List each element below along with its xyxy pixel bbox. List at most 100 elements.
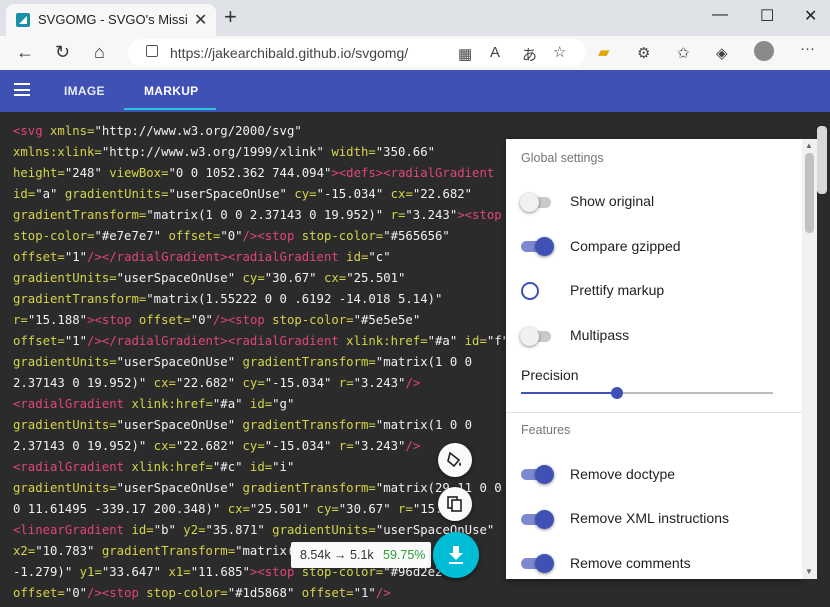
- collections-folder-icon[interactable]: ▰: [598, 43, 610, 61]
- code-token: "15.188": [27, 313, 88, 327]
- code-token: x1=: [161, 565, 191, 579]
- profile-avatar[interactable]: [754, 41, 774, 61]
- settings-divider: [506, 412, 802, 413]
- code-token: gradientUnits=: [264, 523, 376, 537]
- copy-button[interactable]: [438, 487, 472, 521]
- code-token: cx=: [383, 187, 413, 201]
- address-bar[interactable]: https://jakearchibald.github.io/svgomg/ …: [128, 39, 586, 67]
- code-token: gradientTransform=: [94, 544, 236, 558]
- code-line: gradientTransform="matrix(1 0 0 2.37143 …: [13, 205, 502, 226]
- svgomg-favicon-icon: [16, 13, 30, 27]
- remove-xml-instructions-label: Remove XML instructions: [570, 510, 729, 526]
- svg-markup-code: <svg xmlns="http://www.w3.org/2000/svg" x…: [13, 121, 509, 604]
- code-token: "g": [272, 397, 295, 411]
- code-token: offset=: [13, 586, 65, 600]
- view-original-button[interactable]: [438, 443, 472, 477]
- multipass-label: Multipass: [570, 327, 630, 343]
- code-line: height="248" viewBox="0 0 1052.362 744.0…: [13, 163, 494, 184]
- code-token: "matrix(29.11 0 0: [375, 481, 502, 495]
- code-token: y2=: [175, 523, 206, 537]
- code-token: "#e7e7e7": [94, 229, 162, 243]
- more-menu-icon[interactable]: ···: [800, 40, 815, 57]
- code-token: "3.243": [353, 376, 406, 390]
- code-token: "0 0 1052.362 744.094": [168, 166, 332, 180]
- back-button[interactable]: ←: [16, 42, 34, 63]
- browser-essentials-icon[interactable]: ◈: [716, 44, 728, 62]
- code-line: gradientUnits="userSpaceOnUse" gradientT…: [13, 415, 483, 436]
- code-token: xlink:href=: [124, 397, 213, 411]
- prettify-markup-checkbox[interactable]: [521, 282, 539, 300]
- code-token: />: [405, 439, 421, 453]
- size-change-text: 8.54k → 5.1k: [300, 548, 374, 562]
- code-token: offset=: [294, 586, 354, 600]
- minimize-button[interactable]: —: [712, 6, 728, 24]
- code-token: "0": [190, 313, 213, 327]
- code-token: offset=: [131, 313, 191, 327]
- settings-scrollbar[interactable]: ▲ ▼: [802, 139, 817, 579]
- code-line: r="15.188"><stop offset="0"/><stop stop-…: [13, 310, 483, 331]
- add-favorite-icon[interactable]: ☆: [553, 43, 566, 61]
- code-token: "#565656": [383, 229, 450, 243]
- show-original-toggle[interactable]: [520, 193, 553, 212]
- code-token: r=: [13, 313, 28, 327]
- code-token: offset=: [161, 229, 221, 243]
- favorites-icon[interactable]: ✩: [677, 44, 690, 62]
- close-window-button[interactable]: ✕: [804, 6, 817, 26]
- reload-button[interactable]: ↻: [55, 42, 70, 63]
- code-token: gradientUnits=: [13, 271, 117, 285]
- home-button[interactable]: ⌂: [94, 42, 105, 63]
- tab-image[interactable]: IMAGE: [64, 84, 105, 98]
- remove-comments-toggle[interactable]: [521, 554, 554, 573]
- code-token: <svg: [13, 124, 43, 138]
- copy-icon: [447, 496, 462, 512]
- code-line: gradientUnits="userSpaceOnUse" cy="30.67…: [13, 268, 483, 289]
- code-line: <radialGradient xlink:href="#c" id="i": [13, 457, 483, 478]
- code-token: "30.67": [338, 502, 391, 516]
- hamburger-menu-icon[interactable]: [14, 83, 30, 96]
- remove-xml-instructions-toggle[interactable]: [521, 510, 554, 529]
- app-available-icon[interactable]: ▦: [458, 45, 472, 63]
- code-token: "248": [64, 166, 102, 180]
- scroll-down-arrow-icon[interactable]: ▼: [805, 567, 813, 576]
- tab-close-icon[interactable]: ✕: [194, 10, 207, 30]
- code-token: r=: [390, 502, 413, 516]
- code-token: "1": [353, 586, 376, 600]
- code-token: "b": [153, 523, 176, 537]
- scroll-up-arrow-icon[interactable]: ▲: [805, 141, 813, 150]
- code-token: "a": [35, 187, 58, 201]
- code-token: 2.37143 0 19.952)": [13, 439, 147, 453]
- code-line: id="a" gradientUnits="userSpaceOnUse" cy…: [13, 184, 483, 205]
- size-percent: 59.75%: [383, 548, 426, 562]
- remove-doctype-toggle[interactable]: [521, 465, 554, 484]
- settings-scrollbar-thumb[interactable]: [805, 153, 814, 233]
- code-token: r=: [331, 439, 354, 453]
- remove-doctype-label: Remove doctype: [570, 466, 676, 482]
- compare-gzipped-toggle[interactable]: [521, 237, 554, 256]
- read-aloud-icon[interactable]: A: [490, 44, 500, 61]
- code-token: stop-color=: [264, 313, 354, 327]
- browser-tab[interactable]: SVGOMG - SVGO's Missing GUI ✕: [6, 4, 216, 36]
- download-button[interactable]: [433, 532, 479, 578]
- code-token: /></radialGradient><radialGradient: [87, 334, 339, 348]
- translate-icon[interactable]: あ: [522, 44, 537, 65]
- tab-title: SVGOMG - SVGO's Missing GUI: [38, 12, 188, 27]
- code-token: /></radialGradient><radialGradient: [87, 250, 339, 264]
- extensions-icon[interactable]: ⚙: [637, 44, 650, 62]
- code-token: gradientTransform=: [13, 292, 147, 306]
- code-token: width=: [323, 145, 376, 159]
- maximize-button[interactable]: ☐: [760, 6, 774, 26]
- tab-markup[interactable]: MARKUP: [144, 84, 198, 98]
- precision-slider-thumb[interactable]: [610, 387, 623, 399]
- new-tab-button[interactable]: +: [224, 6, 237, 28]
- code-token: id=: [242, 397, 273, 411]
- code-token: cy=: [235, 271, 265, 285]
- code-token: offset=: [13, 334, 65, 348]
- code-token: xmlns:xlink=: [13, 145, 102, 159]
- code-token: cy=: [286, 187, 317, 201]
- code-line: gradientUnits="userSpaceOnUse" gradientT…: [13, 352, 483, 373]
- page-scrollbar[interactable]: [815, 112, 830, 607]
- download-icon: [449, 546, 463, 564]
- code-token: "0": [220, 229, 243, 243]
- multipass-toggle[interactable]: [520, 327, 553, 346]
- page-scrollbar-thumb[interactable]: [817, 126, 827, 194]
